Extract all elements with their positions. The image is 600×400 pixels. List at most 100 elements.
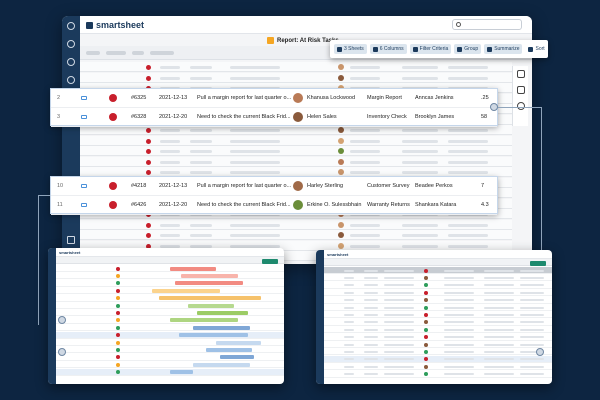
table-row[interactable]: 2 #6325 2021-12-13 Pull a margin report …: [51, 89, 497, 108]
gantt-row[interactable]: [56, 317, 284, 324]
gantt-bar[interactable]: [174, 281, 243, 286]
cell-placeholder: [344, 358, 354, 361]
table-row[interactable]: [80, 156, 512, 167]
gantt-row[interactable]: [56, 324, 284, 332]
gantt-row[interactable]: [56, 309, 284, 317]
gantt-bar[interactable]: [192, 325, 250, 330]
gantt-bar[interactable]: [170, 266, 216, 271]
table-row[interactable]: [324, 319, 552, 326]
avatar: [338, 242, 344, 249]
gantt-bar[interactable]: [170, 370, 193, 375]
group-chip[interactable]: Group: [454, 44, 482, 54]
filter-chip[interactable]: Filter Criteria: [409, 44, 452, 54]
cell-placeholder: [402, 66, 438, 69]
table-row[interactable]: [324, 355, 552, 363]
gantt-bar[interactable]: [158, 296, 262, 301]
gantt-row[interactable]: [56, 295, 284, 302]
project-name: Warranty Returns: [367, 202, 410, 208]
cell-placeholder: [444, 306, 474, 309]
gantt-bar[interactable]: [192, 362, 250, 367]
table-row[interactable]: [324, 334, 552, 341]
share-button[interactable]: [262, 259, 278, 264]
gantt-bar[interactable]: [215, 340, 262, 345]
cell-placeholder: [344, 269, 354, 272]
assignee-name: Anncas Jenkins: [415, 95, 454, 101]
share-button[interactable]: [530, 261, 546, 266]
table-row[interactable]: [80, 146, 512, 156]
table-row[interactable]: [80, 230, 512, 240]
comment-icon[interactable]: [81, 184, 87, 188]
cell-placeholder: [444, 269, 474, 272]
table-row[interactable]: 10 #4218 2021-12-13 Pull a margin report…: [51, 177, 497, 196]
connector-node: [58, 348, 66, 356]
gantt-bar[interactable]: [181, 273, 239, 278]
toolbar-stub[interactable]: [132, 51, 144, 55]
bell-icon[interactable]: [67, 40, 75, 48]
table-row[interactable]: [324, 348, 552, 356]
cell-placeholder: [448, 223, 488, 227]
gantt-bar[interactable]: [151, 288, 221, 293]
table-row[interactable]: [324, 326, 552, 334]
toolbar-stub[interactable]: [86, 51, 100, 55]
home-icon[interactable]: [67, 22, 75, 30]
toolbar-stub[interactable]: [150, 51, 174, 55]
table-row[interactable]: [80, 135, 512, 146]
table-row[interactable]: [80, 62, 512, 72]
table-row[interactable]: 3 #6328 2021-12-20 Need to check the cur…: [51, 108, 497, 127]
table-row[interactable]: [324, 274, 552, 282]
attachment-icon[interactable]: [517, 86, 525, 94]
table-row[interactable]: [324, 371, 552, 378]
toolbar-stub[interactable]: [106, 51, 126, 55]
gantt-row[interactable]: [56, 287, 284, 295]
table-row[interactable]: [80, 219, 512, 230]
cell-placeholder: [364, 343, 378, 346]
gantt-row[interactable]: [56, 368, 284, 376]
gantt-bar[interactable]: [206, 347, 253, 352]
gantt-bar[interactable]: [188, 303, 234, 308]
cell-placeholder: [160, 66, 180, 69]
sheets-chip[interactable]: 3 Sheets: [334, 44, 367, 54]
table-row[interactable]: [324, 311, 552, 319]
gantt-row[interactable]: [56, 272, 284, 280]
comment-icon[interactable]: [81, 96, 87, 100]
value-cell: 7: [481, 183, 485, 189]
gantt-row[interactable]: [56, 331, 284, 339]
clock-icon[interactable]: [67, 58, 75, 66]
table-row[interactable]: [324, 289, 552, 297]
apps-grid-icon[interactable]: [67, 236, 75, 244]
table-row[interactable]: [324, 304, 552, 311]
columns-chip[interactable]: 6 Columns: [369, 44, 407, 54]
add-icon[interactable]: [67, 76, 75, 84]
gantt-bar[interactable]: [220, 355, 255, 360]
comment-icon[interactable]: [81, 115, 87, 119]
gantt-row[interactable]: [56, 346, 284, 354]
search-input[interactable]: [452, 19, 522, 30]
status-dot: [109, 182, 117, 190]
gantt-row[interactable]: [56, 302, 284, 309]
table-row[interactable]: [80, 72, 512, 83]
gantt-row[interactable]: [56, 361, 284, 369]
table-row[interactable]: [324, 282, 552, 289]
cell-placeholder: [190, 66, 212, 69]
gantt-bar[interactable]: [170, 318, 239, 323]
table-row[interactable]: [324, 341, 552, 348]
window-header: smartsheet: [56, 248, 284, 257]
comment-icon[interactable]: [81, 203, 87, 207]
table-row[interactable]: [324, 363, 552, 371]
table-row[interactable]: 11 #6426 2021-12-20 Need to check the cu…: [51, 196, 497, 215]
sort-chip[interactable]: Sort: [525, 44, 547, 54]
gantt-row[interactable]: [56, 339, 284, 346]
gantt-row[interactable]: [56, 280, 284, 287]
gantt-row[interactable]: [56, 354, 284, 361]
gantt-row[interactable]: [56, 265, 284, 272]
summarize-chip[interactable]: Summarize: [484, 44, 523, 54]
brand-logo[interactable]: smartsheet: [86, 20, 144, 30]
table-row[interactable]: [324, 297, 552, 304]
comment-icon[interactable]: [517, 70, 525, 78]
activity-icon[interactable]: [517, 102, 525, 110]
gantt-bar[interactable]: [179, 333, 248, 338]
table-row[interactable]: [324, 267, 552, 274]
gantt-bar[interactable]: [197, 310, 248, 315]
left-nav-rail: [62, 16, 80, 264]
avatar: [338, 148, 344, 154]
